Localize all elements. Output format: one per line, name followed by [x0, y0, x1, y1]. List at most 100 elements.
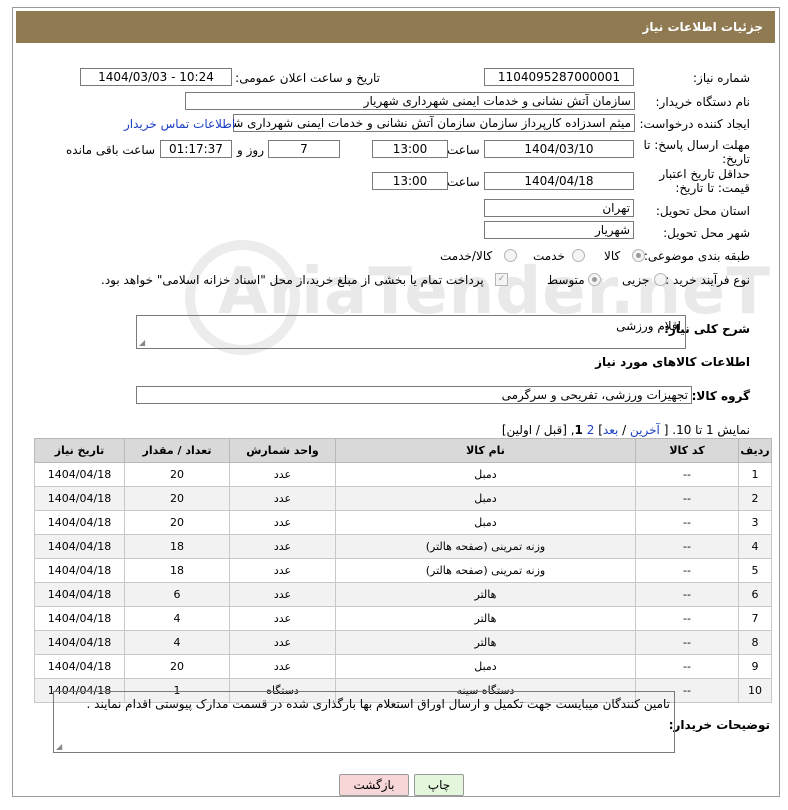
cell-qty: 6	[124, 582, 230, 607]
category-radio-goods[interactable]	[632, 249, 645, 262]
category-option-service: خدمت	[533, 249, 565, 263]
col-code: کد کالا	[635, 438, 739, 463]
province-field[interactable]: تهران	[484, 199, 634, 217]
print-button[interactable]: چاپ	[414, 774, 464, 796]
category-radio-service[interactable]	[572, 249, 585, 262]
buyer-field[interactable]: سازمان آتش نشانی و خدمات ایمنی شهرداری ش…	[185, 92, 635, 110]
col-row: ردیف	[738, 438, 772, 463]
cell-name: دمبل	[335, 462, 636, 487]
pagination-prev-first: [قبل / اولین]	[501, 423, 567, 437]
col-name: نام کالا	[335, 438, 636, 463]
price-date-field[interactable]: 1404/04/18	[484, 172, 634, 190]
category-label: طبقه بندی موضوعی:	[643, 249, 750, 263]
cell-name: هالتر	[335, 582, 636, 607]
description-textarea[interactable]: اقلام ورزشی ◢	[136, 315, 686, 349]
cell-unit: عدد	[229, 486, 336, 511]
need-number-field[interactable]: 1104095287000001	[484, 68, 634, 86]
table-row: 3 -- دمبل عدد 20 1404/04/18	[34, 510, 772, 535]
resize-handle-icon[interactable]: ◢	[139, 338, 145, 347]
cell-date: 1404/04/18	[34, 582, 125, 607]
deadline-time-field[interactable]: 13:00	[372, 140, 448, 158]
cell-qty: 4	[124, 606, 230, 631]
price-time-field[interactable]: 13:00	[372, 172, 448, 190]
cell-code: --	[635, 486, 739, 511]
announce-field[interactable]: 1404/03/03 - 10:24	[80, 68, 232, 86]
cell-date: 1404/04/18	[34, 534, 125, 559]
cell-date: 1404/04/18	[34, 654, 125, 679]
table-row: 1 -- دمبل عدد 20 1404/04/18	[34, 462, 772, 487]
cell-unit: عدد	[229, 606, 336, 631]
cell-name: وزنه تمرینی (صفحه هالتر)	[335, 558, 636, 583]
cell-unit: عدد	[229, 462, 336, 487]
days-field[interactable]: 7	[268, 140, 340, 158]
creator-field[interactable]: میثم اسدزاده کارپرداز سازمان سازمان آتش …	[233, 114, 635, 132]
col-date: تاریخ نیاز	[34, 438, 125, 463]
payment-checkbox[interactable]: ✓	[495, 273, 508, 286]
category-option-goods: کالا	[604, 249, 621, 263]
table-row: 4 -- وزنه تمرینی (صفحه هالتر) عدد 18 1404/04/…	[34, 534, 772, 559]
goods-section-title: اطلاعات کالاهای مورد نیاز	[595, 355, 750, 369]
category-radio-both[interactable]	[504, 249, 517, 262]
contact-buyer-link[interactable]: اطلاعات تماس خریدار	[124, 117, 235, 131]
cell-date: 1404/04/18	[34, 630, 125, 655]
city-label: شهر محل تحویل:	[663, 226, 750, 240]
cell-row: 3	[738, 510, 772, 535]
deadline-time-label: ساعت	[447, 143, 480, 157]
pagination-next-link[interactable]: بعد	[603, 423, 618, 437]
cell-date: 1404/04/18	[34, 510, 125, 535]
cell-row: 5	[738, 558, 772, 583]
remaining-time-field[interactable]: 01:17:37	[160, 140, 232, 158]
cell-qty: 20	[124, 486, 230, 511]
pagination: نمایش 1 تا 10. [ آخرین / بعد] 2 1, [قبل …	[502, 423, 750, 437]
table-row: 6 -- هالتر عدد 6 1404/04/18	[34, 582, 772, 607]
province-label: استان محل تحویل:	[655, 204, 750, 218]
need-number-label: شماره نیاز:	[693, 71, 750, 85]
announce-label: تاریخ و ساعت اعلان عمومی:	[235, 71, 380, 85]
table-row: 5 -- وزنه تمرینی (صفحه هالتر) عدد 18 1404/04/…	[34, 558, 772, 583]
notes-textarea[interactable]: تامین کنندگان میبایست جهت تکمیل و ارسال …	[53, 691, 675, 753]
cell-date: 1404/04/18	[34, 606, 125, 631]
cell-row: 10	[738, 678, 772, 703]
cell-name: دمبل	[335, 510, 636, 535]
cell-unit: عدد	[229, 630, 336, 655]
cell-row: 6	[738, 582, 772, 607]
cell-qty: 20	[124, 462, 230, 487]
payment-text: پرداخت تمام یا بخشی از مبلغ خرید،از محل …	[101, 273, 484, 287]
cell-code: --	[635, 606, 739, 631]
cell-name: وزنه تمرینی (صفحه هالتر)	[335, 534, 636, 559]
days-label: روز و	[237, 143, 264, 157]
pagination-last-link[interactable]: آخرین	[630, 423, 660, 437]
goods-group-field[interactable]: تجهیزات ورزشی، تفریحی و سرگرمی	[136, 386, 692, 404]
process-radio-medium[interactable]	[588, 273, 601, 286]
col-qty: تعداد / مقدار	[124, 438, 230, 463]
description-value: اقلام ورزشی	[616, 319, 681, 333]
col-unit: واحد شمارش	[229, 438, 336, 463]
cell-date: 1404/04/18	[34, 486, 125, 511]
price-validity-label: حداقل تاریخ اعتبار قیمت: تا تاریخ:	[659, 167, 750, 195]
resize-handle-icon[interactable]: ◢	[56, 742, 62, 751]
buyer-label: نام دستگاه خریدار:	[655, 95, 751, 109]
cell-code: --	[635, 654, 739, 679]
cell-name: هالتر	[335, 606, 636, 631]
process-option-minor: جزیی	[622, 273, 650, 287]
table-row: 8 -- هالتر عدد 4 1404/04/18	[34, 630, 772, 655]
notes-label: توضیحات خریدار:	[668, 718, 770, 732]
process-radio-minor[interactable]	[654, 273, 667, 286]
city-field[interactable]: شهریار	[484, 221, 634, 239]
cell-unit: عدد	[229, 534, 336, 559]
cell-code: --	[635, 582, 739, 607]
pagination-page-1: 1	[574, 423, 583, 437]
cell-name: دمبل	[335, 654, 636, 679]
table-row: 7 -- هالتر عدد 4 1404/04/18	[34, 606, 772, 631]
process-option-medium: متوسط	[547, 273, 585, 287]
cell-unit: عدد	[229, 558, 336, 583]
pagination-show-text: نمایش 1 تا 10.	[672, 423, 750, 437]
cell-code: --	[635, 534, 739, 559]
page-header: جزئیات اطلاعات نیاز	[16, 11, 775, 43]
cell-name: هالتر	[335, 630, 636, 655]
cell-row: 2	[738, 486, 772, 511]
pagination-page-2[interactable]: 2	[587, 423, 595, 437]
items-table: ردیف کد کالا نام کالا واحد شمارش تعداد /…	[34, 438, 772, 703]
back-button[interactable]: بازگشت	[339, 774, 409, 796]
deadline-date-field[interactable]: 1404/03/10	[484, 140, 634, 158]
